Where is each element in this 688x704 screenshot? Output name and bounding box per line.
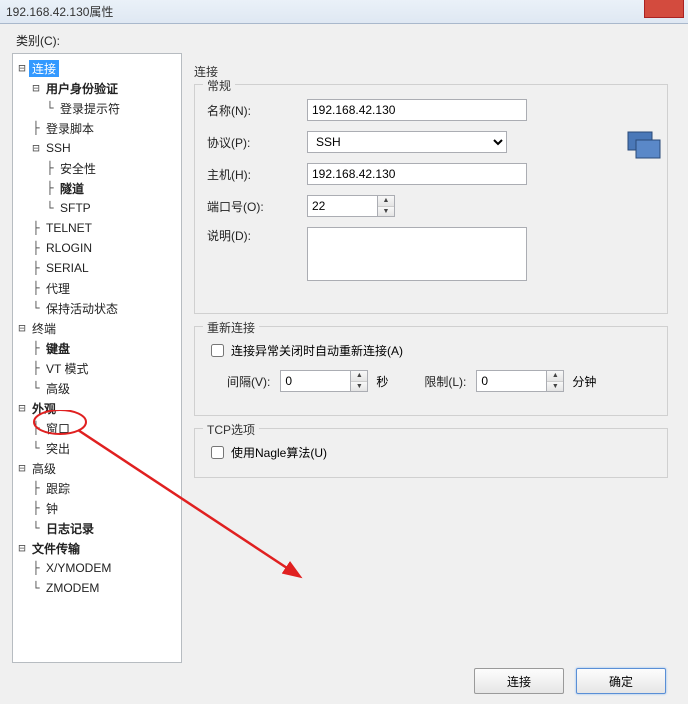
host-input[interactable] [307, 163, 527, 185]
limit-up-icon[interactable]: ▲ [547, 371, 563, 382]
window-title: 192.168.42.130属性 [6, 3, 113, 20]
limit-input[interactable] [476, 370, 546, 392]
tree-telnet[interactable]: ├TELNET [15, 218, 179, 238]
tree-security[interactable]: ├安全性 [15, 158, 179, 178]
ok-button[interactable]: 确定 [576, 668, 666, 694]
tree-login-prompt[interactable]: └登录提示符 [15, 98, 179, 118]
label-port: 端口号(O): [207, 198, 307, 215]
port-input[interactable] [307, 195, 377, 217]
limit-spinner[interactable]: ▲▼ [546, 370, 564, 392]
category-tree[interactable]: ⊟连接 ⊟用户身份验证 └登录提示符 ├登录脚本 ⊟SSH ├安全性 ├隧道 └… [12, 53, 182, 663]
label-interval: 间隔(V): [227, 373, 270, 390]
label-name: 名称(N): [207, 102, 307, 119]
tree-keyboard[interactable]: ├键盘 [15, 338, 179, 358]
group-general-label: 常规 [203, 77, 235, 94]
tree-serial[interactable]: ├SERIAL [15, 258, 179, 278]
tree-connection[interactable]: ⊟连接 [15, 58, 179, 78]
group-tcp-label: TCP选项 [203, 421, 259, 438]
tree-trace[interactable]: ├跟踪 [15, 478, 179, 498]
tree-login-script[interactable]: ├登录脚本 [15, 118, 179, 138]
description-input[interactable] [307, 227, 527, 281]
tree-advanced-terminal[interactable]: └高级 [15, 378, 179, 398]
session-icon [626, 130, 662, 162]
tree-window[interactable]: ├窗口 [15, 418, 179, 438]
unit-minutes: 分钟 [572, 373, 596, 390]
tree-terminal[interactable]: ⊟终端 [15, 318, 179, 338]
label-description: 说明(D): [207, 227, 307, 244]
titlebar: 192.168.42.130属性 [0, 0, 688, 24]
settings-panel: 连接 常规 名称(N): 协议(P): SSH 主机(H): [190, 53, 676, 663]
interval-spinner[interactable]: ▲▼ [350, 370, 368, 392]
nagle-checkbox-label: 使用Nagle算法(U) [231, 444, 327, 461]
tree-user-auth[interactable]: ⊟用户身份验证 [15, 78, 179, 98]
port-spinner[interactable]: ▲▼ [377, 195, 395, 217]
tree-proxy[interactable]: ├代理 [15, 278, 179, 298]
interval-down-icon[interactable]: ▼ [351, 382, 367, 392]
connect-button[interactable]: 连接 [474, 668, 564, 694]
protocol-select[interactable]: SSH [307, 131, 507, 153]
tree-tunnel[interactable]: ├隧道 [15, 178, 179, 198]
label-protocol: 协议(P): [207, 134, 307, 151]
button-bar: 连接 确定 [474, 668, 666, 694]
label-limit: 限制(L): [424, 373, 466, 390]
interval-input[interactable] [280, 370, 350, 392]
group-general: 常规 名称(N): 协议(P): SSH 主机(H): 端口号(O): [194, 84, 668, 314]
group-reconnect: 重新连接 连接异常关闭时自动重新连接(A) 间隔(V): ▲▼ 秒 限制(L): [194, 326, 668, 416]
tree-highlight[interactable]: └突出 [15, 438, 179, 458]
label-host: 主机(H): [207, 166, 307, 183]
category-label: 类别(C): [0, 24, 688, 53]
close-icon[interactable] [644, 0, 684, 18]
port-down-icon[interactable]: ▼ [378, 207, 394, 217]
tree-keepalive[interactable]: └保持活动状态 [15, 298, 179, 318]
tree-vtmode[interactable]: ├VT 模式 [15, 358, 179, 378]
nagle-checkbox[interactable] [211, 446, 224, 459]
tree-ssh[interactable]: ⊟SSH [15, 138, 179, 158]
tree-advanced[interactable]: ⊟高级 [15, 458, 179, 478]
tree-logging[interactable]: └日志记录 [15, 518, 179, 538]
limit-down-icon[interactable]: ▼ [547, 382, 563, 392]
panel-title: 连接 [194, 63, 668, 80]
unit-seconds: 秒 [376, 373, 388, 390]
interval-up-icon[interactable]: ▲ [351, 371, 367, 382]
port-up-icon[interactable]: ▲ [378, 196, 394, 207]
name-input[interactable] [307, 99, 527, 121]
tree-sftp[interactable]: └SFTP [15, 198, 179, 218]
group-tcp: TCP选项 使用Nagle算法(U) [194, 428, 668, 478]
tree-file-transfer[interactable]: ⊟文件传输 [15, 538, 179, 558]
tree-appearance[interactable]: ⊟外观 [15, 398, 179, 418]
group-reconnect-label: 重新连接 [203, 319, 259, 336]
reconnect-checkbox[interactable] [211, 344, 224, 357]
tree-rlogin[interactable]: ├RLOGIN [15, 238, 179, 258]
tree-zmodem[interactable]: └ZMODEM [15, 578, 179, 598]
reconnect-checkbox-label: 连接异常关闭时自动重新连接(A) [231, 342, 403, 359]
tree-xymodem[interactable]: ├X/YMODEM [15, 558, 179, 578]
tree-bell[interactable]: ├钟 [15, 498, 179, 518]
